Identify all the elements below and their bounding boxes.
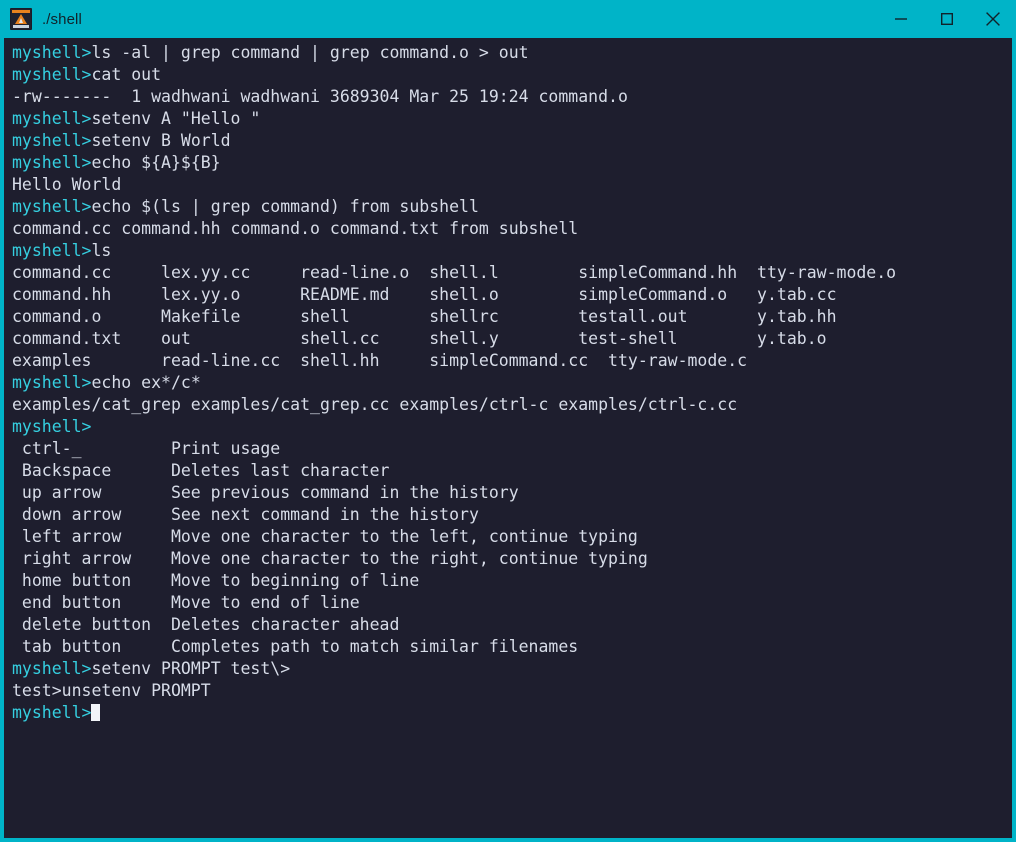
command-text: setenv PROMPT test\> <box>91 659 290 678</box>
terminal-line: myshell>echo $(ls | grep command) from s… <box>12 196 1012 218</box>
output-text: left arrow Move one character to the lef… <box>12 527 638 546</box>
terminal-line: myshell>echo ${A}${B} <box>12 152 1012 174</box>
terminal-line: myshell>setenv PROMPT test\> <box>12 658 1012 680</box>
terminal-line: ctrl-_ Print usage <box>12 438 1012 460</box>
terminal-window: ./shell myshell>ls -al | gr <box>0 0 1016 842</box>
title-bar[interactable]: ./shell <box>0 0 1016 38</box>
output-text: ctrl-_ Print usage <box>12 439 280 458</box>
output-text: tab button Completes path to match simil… <box>12 637 578 656</box>
terminal-line: -rw------- 1 wadhwani wadhwani 3689304 M… <box>12 86 1012 108</box>
maximize-button[interactable] <box>924 0 970 38</box>
terminal-line: Hello World <box>12 174 1012 196</box>
output-text: -rw------- 1 wadhwani wadhwani 3689304 M… <box>12 87 628 106</box>
terminal-line: left arrow Move one character to the lef… <box>12 526 1012 548</box>
output-text: home button Move to beginning of line <box>12 571 419 590</box>
shell-prompt: myshell> <box>12 65 91 84</box>
window-title: ./shell <box>42 11 82 28</box>
terminal-frame: myshell>ls -al | grep command | grep com… <box>0 38 1016 842</box>
terminal-line: myshell> <box>12 416 1012 438</box>
command-text: echo $(ls | grep command) from subshell <box>91 197 478 216</box>
terminal-input-line[interactable]: myshell> <box>12 702 1012 724</box>
block-cursor <box>91 704 100 721</box>
terminal-line: myshell>echo ex*/c* <box>12 372 1012 394</box>
terminal-line: down arrow See next command in the histo… <box>12 504 1012 526</box>
shell-prompt: myshell> <box>12 241 91 260</box>
terminal-screen[interactable]: myshell>ls -al | grep command | grep com… <box>4 42 1012 724</box>
output-text: right arrow Move one character to the ri… <box>12 549 648 568</box>
maximize-icon <box>941 13 953 25</box>
close-button[interactable] <box>970 0 1016 38</box>
command-text: cat out <box>91 65 161 84</box>
output-text: command.o Makefile shell shellrc testall… <box>12 307 837 326</box>
window-controls <box>878 0 1016 38</box>
output-text: command.cc command.hh command.o command.… <box>12 219 578 238</box>
terminal-app-icon <box>10 8 32 30</box>
terminal-line: examples/cat_grep examples/cat_grep.cc e… <box>12 394 1012 416</box>
shell-prompt: myshell> <box>12 659 91 678</box>
output-text: delete button Deletes character ahead <box>12 615 399 634</box>
terminal-line: myshell>ls -al | grep command | grep com… <box>12 42 1012 64</box>
output-text: command.cc lex.yy.cc read-line.o shell.l… <box>12 263 896 282</box>
title-bar-left: ./shell <box>0 0 82 38</box>
command-text: setenv B World <box>91 131 230 150</box>
terminal-line: delete button Deletes character ahead <box>12 614 1012 636</box>
shell-prompt: myshell> <box>12 373 91 392</box>
output-text: down arrow See next command in the histo… <box>12 505 479 524</box>
output-text: test>unsetenv PROMPT <box>12 681 211 700</box>
shell-prompt: myshell> <box>12 197 91 216</box>
command-text: setenv A "Hello " <box>91 109 260 128</box>
terminal-line: tab button Completes path to match simil… <box>12 636 1012 658</box>
output-text: Hello World <box>12 175 121 194</box>
terminal-line: command.hh lex.yy.o README.md shell.o si… <box>12 284 1012 306</box>
shell-prompt: myshell> <box>12 131 91 150</box>
terminal-line: myshell>setenv A "Hello " <box>12 108 1012 130</box>
output-text: examples read-line.cc shell.hh simpleCom… <box>12 351 747 370</box>
terminal-body[interactable]: myshell>ls -al | grep command | grep com… <box>4 38 1012 838</box>
command-text: ls <box>91 241 111 260</box>
output-text: end button Move to end of line <box>12 593 360 612</box>
terminal-line: Backspace Deletes last character <box>12 460 1012 482</box>
terminal-line: examples read-line.cc shell.hh simpleCom… <box>12 350 1012 372</box>
output-text: command.txt out shell.cc shell.y test-sh… <box>12 329 827 348</box>
shell-prompt: myshell> <box>12 703 91 722</box>
shell-prompt: myshell> <box>12 109 91 128</box>
command-text: echo ${A}${B} <box>91 153 220 172</box>
minimize-button[interactable] <box>878 0 924 38</box>
terminal-line: test>unsetenv PROMPT <box>12 680 1012 702</box>
shell-prompt: myshell> <box>12 417 91 436</box>
output-text: command.hh lex.yy.o README.md shell.o si… <box>12 285 837 304</box>
terminal-line: end button Move to end of line <box>12 592 1012 614</box>
output-text: Backspace Deletes last character <box>12 461 390 480</box>
terminal-line: command.cc command.hh command.o command.… <box>12 218 1012 240</box>
command-text: ls -al | grep command | grep command.o >… <box>91 43 528 62</box>
shell-prompt: myshell> <box>12 153 91 172</box>
terminal-line: myshell>ls <box>12 240 1012 262</box>
close-icon <box>986 12 1000 26</box>
terminal-line: command.o Makefile shell shellrc testall… <box>12 306 1012 328</box>
terminal-line: command.cc lex.yy.cc read-line.o shell.l… <box>12 262 1012 284</box>
terminal-line: home button Move to beginning of line <box>12 570 1012 592</box>
output-text: examples/cat_grep examples/cat_grep.cc e… <box>12 395 737 414</box>
shell-prompt: myshell> <box>12 43 91 62</box>
terminal-line: right arrow Move one character to the ri… <box>12 548 1012 570</box>
terminal-line: command.txt out shell.cc shell.y test-sh… <box>12 328 1012 350</box>
terminal-line: myshell>setenv B World <box>12 130 1012 152</box>
terminal-line: myshell>cat out <box>12 64 1012 86</box>
output-text: up arrow See previous command in the his… <box>12 483 519 502</box>
minimize-icon <box>895 13 907 25</box>
terminal-line: up arrow See previous command in the his… <box>12 482 1012 504</box>
command-text: echo ex*/c* <box>91 373 200 392</box>
